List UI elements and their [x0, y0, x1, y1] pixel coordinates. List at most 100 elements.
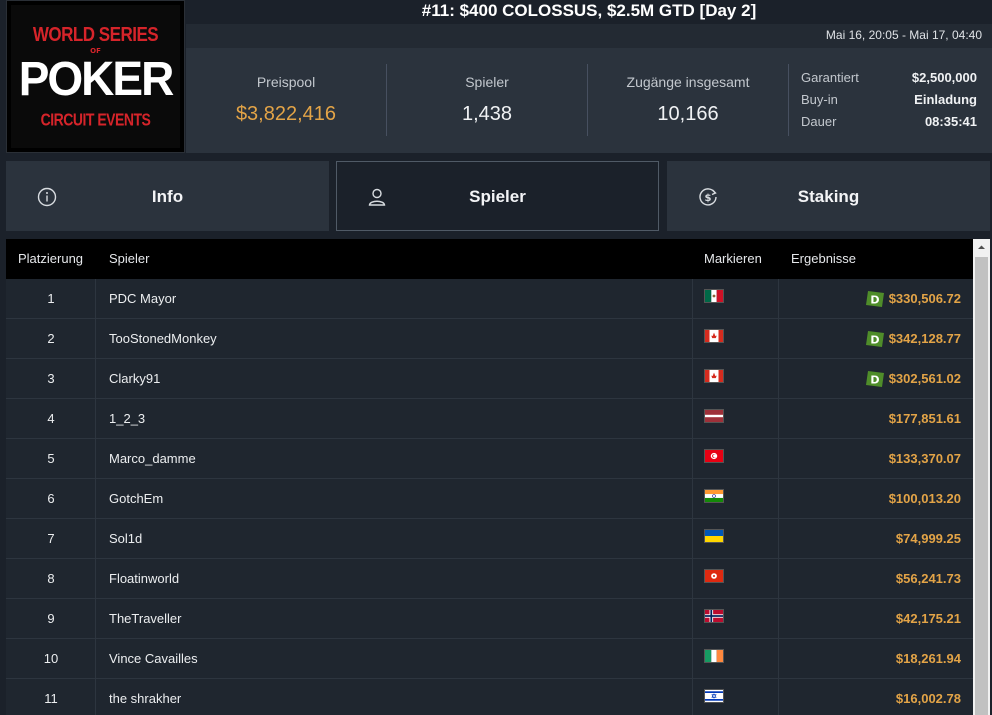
flag-il-icon [704, 689, 724, 703]
cell-divider [778, 479, 779, 519]
tab-staking[interactable]: $ Staking [667, 161, 990, 231]
detail-value: $2,500,000 [911, 70, 977, 85]
svg-text:D: D [870, 334, 879, 347]
rank-cell: 9 [47, 611, 55, 626]
detail-value: 08:35:41 [924, 114, 977, 129]
scrollbar[interactable] [973, 239, 990, 715]
rank-cell: 11 [44, 691, 58, 706]
header-flag[interactable]: Markieren [704, 251, 762, 266]
flag-ie-icon [704, 649, 724, 663]
cell-divider [692, 479, 693, 519]
table-header: Platzierung Spieler Markieren Ergebnisse [6, 239, 973, 279]
svg-text:D: D [870, 374, 879, 387]
detail-key: Dauer [801, 114, 837, 129]
scroll-thumb[interactable] [975, 257, 988, 715]
cell-divider [778, 359, 779, 399]
cell-divider [692, 519, 693, 559]
flag-mx-icon [704, 289, 724, 303]
detail-value: Einladung [914, 92, 977, 107]
cell-divider [778, 639, 779, 679]
table-row[interactable]: 1 PDC Mayor D $330,506.72 [6, 279, 973, 319]
table-row[interactable]: 8 Floatinworld $56,241.73 [6, 559, 973, 599]
flag-lv-icon [704, 409, 724, 423]
rank-cell: 10 [43, 651, 59, 666]
cell-divider [692, 319, 693, 359]
chevron-up-icon [978, 245, 985, 249]
logo-circuit-events: CIRCUIT EVENTS [40, 109, 151, 129]
result-value: $177,851.61 [888, 411, 961, 426]
flag-hk-icon [704, 569, 724, 583]
flag-ca-icon [704, 329, 724, 343]
header-result[interactable]: Ergebnisse [791, 251, 856, 266]
cell-divider [692, 559, 693, 599]
result-value: $56,241.73 [895, 571, 961, 586]
header-rank[interactable]: Platzierung [18, 251, 83, 266]
tab-players[interactable]: Spieler [336, 161, 659, 231]
flag-tn-icon [704, 449, 724, 463]
players-value: 1,438 [461, 103, 513, 125]
date-bar: Mai 16, 20:05 - Mai 17, 04:40 [186, 24, 992, 48]
detail-key: Garantiert [801, 70, 859, 85]
cell-divider [778, 279, 779, 319]
player-name[interactable]: GotchEm [109, 479, 163, 519]
rank-cell: 2 [47, 331, 55, 346]
detail-row-buyin: Buy-in Einladung [801, 92, 977, 114]
date-range: Mai 16, 20:05 - Mai 17, 04:40 [825, 28, 982, 42]
table-row[interactable]: 6 GotchEm $100,013.20 [6, 479, 973, 519]
stat-players: Spieler 1,438 [387, 48, 587, 153]
flag-ua-icon [704, 529, 724, 543]
results-table: Platzierung Spieler Markieren Ergebnisse… [6, 239, 973, 715]
detail-row-guaranteed: Garantiert $2,500,000 [801, 70, 977, 92]
cell-divider [692, 439, 693, 479]
divider [788, 64, 789, 136]
cell-divider [778, 519, 779, 559]
player-name[interactable]: Floatinworld [109, 559, 179, 599]
table-row[interactable]: 5 Marco_damme $133,370.07 [6, 439, 973, 479]
cell-divider [692, 399, 693, 439]
title-bar: #11: $400 COLOSSUS, $2.5M GTD [Day 2] [186, 0, 992, 24]
player-name[interactable]: TooStonedMonkey [109, 319, 217, 359]
result-value: $330,506.72 [888, 291, 961, 306]
header-player[interactable]: Spieler [109, 251, 149, 266]
staking-badge-icon[interactable]: D [865, 369, 885, 389]
cell-divider [692, 679, 693, 715]
wsop-logo: WORLD SERIES OF POKER CIRCUIT EVENTS [6, 0, 185, 153]
flag-no-icon [704, 609, 724, 623]
player-name[interactable]: 1_2_3 [109, 399, 145, 439]
player-name[interactable]: Vince Cavailles [109, 639, 198, 679]
result-value: $100,013.20 [888, 491, 961, 506]
table-body: 1 PDC Mayor D $330,506.72 2 TooStonedMonkey D $… [6, 279, 973, 715]
player-name[interactable]: the shrakher [109, 679, 181, 715]
table-row[interactable]: 10 Vince Cavailles $18,261.94 [6, 639, 973, 679]
staking-badge-icon[interactable]: D [865, 329, 885, 349]
detail-row-duration: Dauer 08:35:41 [801, 114, 977, 136]
cell-divider [778, 319, 779, 359]
rank-cell: 5 [47, 451, 55, 466]
table-row[interactable]: 11 the shrakher $16,002.78 [6, 679, 973, 715]
table-row[interactable]: 3 Clarky91 D $302,561.02 [6, 359, 973, 399]
tournament-details: Garantiert $2,500,000 Buy-in Einladung D… [801, 70, 977, 136]
player-name[interactable]: Marco_damme [109, 439, 196, 479]
player-name[interactable]: Clarky91 [109, 359, 160, 399]
tab-info-label: Info [151, 187, 184, 206]
entries-label: Zugänge insgesamt [626, 74, 750, 90]
player-name[interactable]: PDC Mayor [109, 279, 176, 319]
scroll-up-button[interactable] [973, 239, 990, 256]
table-row[interactable]: 7 Sol1d $74,999.25 [6, 519, 973, 559]
table-row[interactable]: 4 1_2_3 $177,851.61 [6, 399, 973, 439]
table-row[interactable]: 2 TooStonedMonkey D $342,128.77 [6, 319, 973, 359]
table-row[interactable]: 9 TheTraveller $42,175.21 [6, 599, 973, 639]
stat-entries: Zugänge insgesamt 10,166 [588, 48, 788, 153]
cell-divider [778, 599, 779, 639]
player-name[interactable]: TheTraveller [109, 599, 181, 639]
staking-badge-icon[interactable]: D [865, 289, 885, 309]
player-name[interactable]: Sol1d [109, 519, 142, 559]
rank-cell: 4 [47, 411, 55, 426]
tab-staking-label: Staking [797, 187, 860, 206]
result-value: $342,128.77 [888, 331, 961, 346]
cell-divider [692, 279, 693, 319]
result-value: $302,561.02 [888, 371, 961, 386]
tab-players-label: Spieler [469, 187, 526, 206]
cell-divider [778, 559, 779, 599]
tab-info[interactable]: Info [6, 161, 329, 231]
